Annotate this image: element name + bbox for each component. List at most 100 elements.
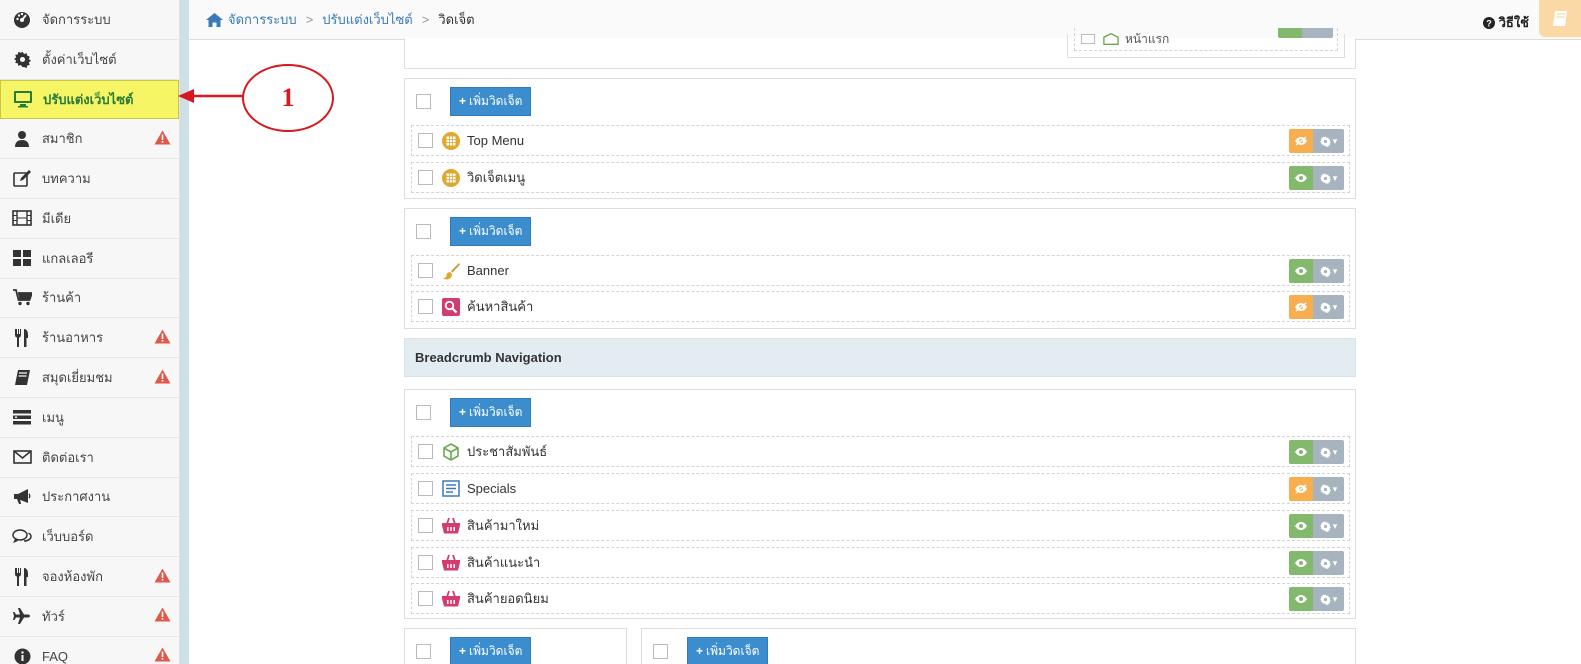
visibility-toggle[interactable] [1289,166,1313,190]
grid-icon [442,131,460,150]
home-icon[interactable] [206,12,223,27]
sidebar-item-label: ทัวร์ [42,608,65,624]
widget-item: สินค้าแนะนำ ▾ [411,547,1350,578]
widget-settings-button[interactable]: ▾ [1313,477,1344,501]
breadcrumb-customize-link[interactable]: ปรับแต่งเว็บไซต์ [322,9,412,30]
sidebar-item-restaurant[interactable]: ร้านอาหาร [0,318,179,359]
sidebar-item-guestbook[interactable]: สมุดเยี่ยมชม [0,358,179,398]
sidebar-item-label: เว็บบอร์ด [42,529,94,545]
sidebar-item-shop[interactable]: ร้านค้า [0,279,179,319]
monitor-icon [13,89,33,109]
add-widget-button[interactable]: + เพิ่มวิดเจ็ต [450,86,532,116]
sidebar-item-webboard[interactable]: เว็บบอร์ด [0,517,179,558]
breadcrumb-separator: > [305,12,314,27]
sidebar-item-articles[interactable]: บทความ [0,159,179,199]
plus-icon: + [696,644,704,658]
cube-icon [1103,33,1119,45]
widget-settings-button[interactable]: ▾ [1313,166,1344,190]
widget-settings-button[interactable]: ▾ [1313,514,1344,538]
widget-checkbox[interactable] [418,481,433,496]
sidebar-item-tours[interactable]: ทัวร์ [0,597,179,637]
cutlery-icon [12,328,32,348]
sidebar: จัดการระบบ ตั้งค่าเว็บไซต์ ปรับแต่งเว็บไ… [0,0,180,664]
sidebar-item-label: ตั้งค่าเว็บไซต์ [42,51,117,67]
widget-settings-button[interactable]: ▾ [1313,295,1344,319]
widget-checkbox[interactable] [418,591,433,606]
gear-icon [1319,173,1331,184]
visibility-toggle[interactable] [1289,551,1313,575]
widget-panel-3: + เพิ่มวิดเจ็ต ประชาสัมพันธ์ ▾ Specials [404,389,1356,619]
select-all-checkbox[interactable] [416,643,431,659]
sidebar-item-media[interactable]: มีเดีย [0,199,179,239]
select-all-checkbox[interactable] [416,404,431,420]
add-widget-button[interactable]: + เพิ่มวิดเจ็ต [450,216,532,246]
widget-checkbox[interactable] [1081,34,1095,44]
add-widget-button[interactable]: + เพิ่มวิดเจ็ต [687,636,769,664]
breadcrumb-home-link[interactable]: จัดการระบบ [228,9,297,30]
sidebar-item-label: จัดการระบบ [42,11,111,27]
widget-panel-top: หน้าแรก [404,28,1356,69]
widget-panel-2: + เพิ่มวิดเจ็ต Banner ▾ ค้นหาสินค้า ▾ [404,208,1356,329]
help-link[interactable]: ? วิธีใช้ [1482,12,1529,33]
sidebar-item-menu[interactable]: เมนู [0,398,179,438]
widget-checkbox[interactable] [418,444,433,459]
cutlery-icon [12,567,32,587]
add-widget-button[interactable]: + เพิ่มวิดเจ็ต [450,397,532,427]
widget-settings-button[interactable]: ▾ [1313,440,1344,464]
visibility-toggle[interactable] [1278,28,1302,38]
widget-settings-button[interactable] [1302,28,1333,38]
book-icon [1552,10,1568,27]
widget-checkbox[interactable] [418,555,433,570]
widget-item: หน้าแรก [1067,28,1345,58]
widget-checkbox[interactable] [418,299,433,314]
book-icon [12,368,32,388]
sidebar-item-members[interactable]: สมาชิก [0,119,179,160]
visibility-toggle[interactable] [1289,259,1313,283]
widget-settings-button[interactable]: ▾ [1313,259,1344,283]
widget-item: สินค้ายอดนิยม ▾ [411,583,1350,614]
warning-icon [154,607,171,625]
widget-checkbox[interactable] [418,133,433,148]
visibility-toggle[interactable] [1289,587,1313,611]
visibility-toggle[interactable] [1289,295,1313,319]
sidebar-item-jobs[interactable]: ประกาศงาน [0,478,179,518]
select-all-checkbox[interactable] [416,93,431,109]
sidebar-item-contact[interactable]: ติดต่อเรา [0,438,179,478]
widget-checkbox[interactable] [418,518,433,533]
visibility-toggle[interactable] [1289,477,1313,501]
comments-icon [12,527,32,547]
widget-settings-button[interactable]: ▾ [1313,587,1344,611]
basket-icon [442,590,460,608]
sidebar-item-customize-site[interactable]: ปรับแต่งเว็บไซต์ [0,79,179,120]
widget-checkbox[interactable] [418,170,433,185]
widget-label: Top Menu [467,133,525,148]
widget-label: สินค้ามาใหม่ [467,518,540,533]
search-icon [442,297,460,316]
widget-settings-button[interactable]: ▾ [1313,129,1344,153]
sidebar-item-system[interactable]: จัดการระบบ [0,0,179,40]
info-icon [12,646,32,664]
add-widget-button[interactable]: + เพิ่มวิดเจ็ต [450,636,532,664]
widget-label: Banner [467,263,509,278]
visibility-toggle[interactable] [1289,440,1313,464]
eye-icon [1294,558,1308,568]
visibility-toggle[interactable] [1289,129,1313,153]
sidebar-item-faq[interactable]: FAQ [0,637,179,664]
sidebar-item-gallery[interactable]: แกลเลอรี [0,239,179,279]
select-all-checkbox[interactable] [653,643,668,659]
caret-down-icon: ▾ [1332,483,1338,494]
basket-icon [442,554,460,572]
sidebar-item-site-settings[interactable]: ตั้งค่าเว็บไซต์ [0,40,179,80]
select-all-checkbox[interactable] [416,223,431,239]
plus-icon: + [459,224,467,238]
widget-label: สินค้าแนะนำ [467,555,541,570]
visibility-toggle[interactable] [1289,514,1313,538]
sidebar-item-booking[interactable]: จองห้องพัก [0,557,179,597]
notes-button[interactable] [1539,0,1581,37]
gear-icon [1319,302,1331,313]
widget-checkbox[interactable] [418,263,433,278]
svg-text:?: ? [1486,18,1492,28]
widget-item: วิดเจ็ตเมนู ▾ [411,162,1350,193]
widget-settings-button[interactable]: ▾ [1313,551,1344,575]
sidebar-scrollbar[interactable] [180,0,189,664]
